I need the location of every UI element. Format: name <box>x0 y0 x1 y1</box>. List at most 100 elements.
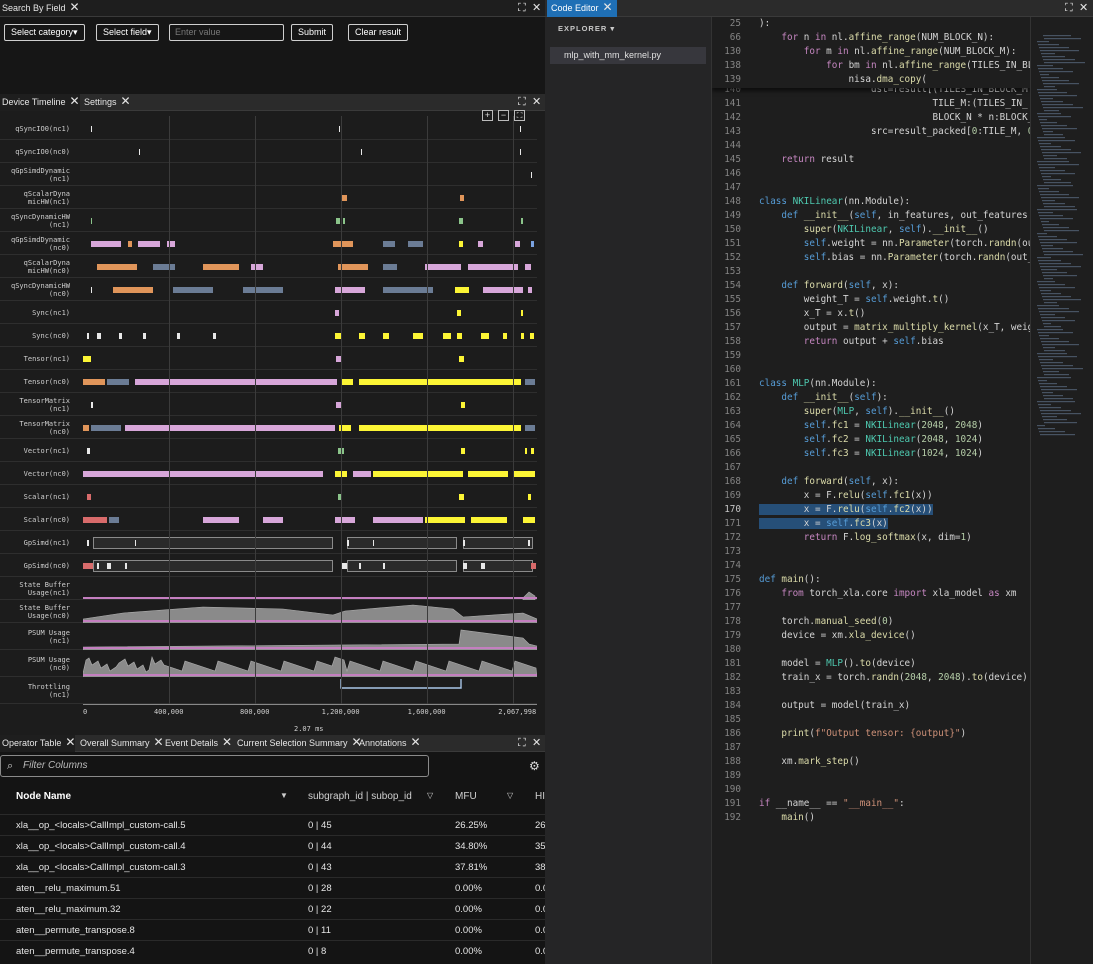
timeline-event[interactable] <box>359 332 365 339</box>
timeline-event[interactable] <box>425 263 461 270</box>
code-line[interactable]: 139 nisa.dma_copy( <box>712 73 1030 87</box>
timeline-event[interactable] <box>359 424 521 431</box>
timeline-event[interactable] <box>91 125 92 132</box>
close-panel-icon[interactable]: ✕ <box>532 95 541 109</box>
code-line[interactable]: 162 def __init__(self): <box>712 391 1030 405</box>
timeline-row[interactable]: Throttling (nc1) <box>0 677 537 704</box>
timeline-event[interactable] <box>383 263 397 270</box>
timeline-event[interactable] <box>203 263 239 270</box>
tab-annotations[interactable]: Annotations ✕ <box>357 735 421 752</box>
sort-icon[interactable]: ▼ <box>280 791 288 800</box>
timeline-row[interactable]: qGpSimdDynamic (nc0) <box>0 232 537 255</box>
table-row[interactable]: aten__permute_transpose.4 0 | 8 0.00% 0.0 <box>0 940 545 961</box>
timeline-event[interactable] <box>91 401 93 408</box>
value-input[interactable]: Enter value <box>169 24 284 41</box>
timeline-track[interactable] <box>83 255 537 278</box>
code-line[interactable]: 184 output = model(train_x) <box>712 699 1030 713</box>
timeline-event[interactable] <box>139 148 140 155</box>
timeline-event[interactable] <box>93 536 333 549</box>
timeline-event[interactable] <box>481 332 489 339</box>
timeline-row[interactable]: PSUM Usage (nc1) <box>0 623 537 650</box>
timeline-track[interactable] <box>83 324 537 347</box>
timeline-event[interactable] <box>263 516 283 523</box>
timeline-row[interactable]: PSUM Usage (nc0) <box>0 650 537 677</box>
timeline-event[interactable] <box>383 562 385 569</box>
timeline-row[interactable]: Vector(nc0) <box>0 462 537 485</box>
timeline-event[interactable] <box>520 148 521 155</box>
timeline-track[interactable] <box>83 370 537 393</box>
sort-icon[interactable]: ▽ <box>507 791 513 800</box>
timeline-event[interactable] <box>471 516 507 523</box>
code-line[interactable]: 176 from torch_xla.core import xla_model… <box>712 587 1030 601</box>
timeline-event[interactable] <box>138 240 160 247</box>
timeline-event[interactable] <box>361 148 362 155</box>
timeline-event[interactable] <box>525 263 531 270</box>
code-line[interactable]: 161 class MLP(nn.Module): <box>712 377 1030 391</box>
code-view[interactable]: 140 dst=result[(TILES_IN_BLOCK_M 141 TILE… <box>712 17 1030 964</box>
timeline-event[interactable] <box>97 332 101 339</box>
timeline-track[interactable] <box>83 232 537 255</box>
timeline-track[interactable] <box>83 577 537 600</box>
code-line[interactable]: 169 x = F.relu(self.fc1(x)) <box>712 489 1030 503</box>
timeline-event[interactable] <box>461 447 465 454</box>
timeline-event[interactable] <box>125 562 127 569</box>
timeline-track[interactable] <box>83 677 537 704</box>
timeline-track[interactable] <box>83 278 537 301</box>
timeline-row[interactable]: Vector(nc1) <box>0 439 537 462</box>
close-icon[interactable]: ✕ <box>70 94 80 109</box>
timeline-event[interactable] <box>109 516 119 523</box>
timeline-event[interactable] <box>425 516 465 523</box>
timeline-event[interactable] <box>459 217 463 224</box>
timeline-event[interactable] <box>463 536 533 549</box>
timeline-event[interactable] <box>353 470 371 477</box>
timeline-event[interactable] <box>530 332 534 339</box>
timeline-row[interactable]: qSyncIO0(nc1) <box>0 117 537 140</box>
timeline-event[interactable] <box>383 286 433 293</box>
timeline-event[interactable] <box>503 332 507 339</box>
code-line[interactable]: 154 def forward(self, x): <box>712 279 1030 293</box>
timeline-event[interactable] <box>143 332 146 339</box>
column-header-mfu[interactable]: MFU <box>455 791 477 802</box>
timeline-row[interactable]: GpSimd(nc1) <box>0 531 537 554</box>
select-field-button[interactable]: Select field▾ <box>96 24 159 41</box>
timeline-event[interactable] <box>457 332 462 339</box>
timeline-event[interactable] <box>83 378 105 385</box>
timeline-event[interactable] <box>135 539 136 546</box>
maximize-icon[interactable]: ⛶ <box>518 736 526 750</box>
close-icon[interactable]: ✕ <box>121 94 131 109</box>
timeline-track[interactable] <box>83 393 537 416</box>
timeline-event[interactable] <box>93 559 333 572</box>
timeline-row[interactable]: State Buffer Usage(nc1) <box>0 577 537 600</box>
gear-icon[interactable]: ⚙ <box>529 759 540 773</box>
timeline-row[interactable]: qSyncDynamicHW (nc0) <box>0 278 537 301</box>
timeline-event[interactable] <box>463 539 465 546</box>
timeline-event[interactable] <box>113 286 153 293</box>
timeline-row[interactable]: qScalarDyna micHW(nc0) <box>0 255 537 278</box>
timeline-event[interactable] <box>339 125 340 132</box>
timeline-event[interactable] <box>459 493 464 500</box>
timeline-track[interactable] <box>83 554 537 577</box>
code-line[interactable]: 138 for bm in nl.affine_range(TILES_IN_B… <box>712 59 1030 73</box>
code-line[interactable]: 171 x = self.fc3(x) <box>712 517 1030 531</box>
timeline-event[interactable] <box>520 125 521 132</box>
timeline-event[interactable] <box>335 286 365 293</box>
timeline-event[interactable] <box>521 217 523 224</box>
timeline-event[interactable] <box>203 516 239 523</box>
timeline-event[interactable] <box>135 378 337 385</box>
timeline-event[interactable] <box>463 559 533 572</box>
timeline-event[interactable] <box>373 539 374 546</box>
timeline-event[interactable] <box>335 309 339 316</box>
timeline-track[interactable] <box>83 439 537 462</box>
code-line[interactable]: 147 <box>712 181 1030 195</box>
filter-columns-input[interactable]: ⌕ Filter Columns <box>0 755 429 777</box>
timeline-event[interactable] <box>521 332 524 339</box>
timeline-event[interactable] <box>408 240 423 247</box>
timeline-event[interactable] <box>91 217 92 224</box>
code-line[interactable]: 181 model = MLP().to(device) <box>712 657 1030 671</box>
table-row[interactable]: xla__op_<locals>CallImpl_custom-call.5 0 … <box>0 814 545 835</box>
table-row[interactable]: aten__permute_transpose.8 0 | 11 0.00% 0.0 <box>0 919 545 940</box>
timeline-event[interactable] <box>97 263 137 270</box>
code-line[interactable]: 187 <box>712 741 1030 755</box>
timeline-event[interactable] <box>528 286 532 293</box>
code-line[interactable]: 183 <box>712 685 1030 699</box>
